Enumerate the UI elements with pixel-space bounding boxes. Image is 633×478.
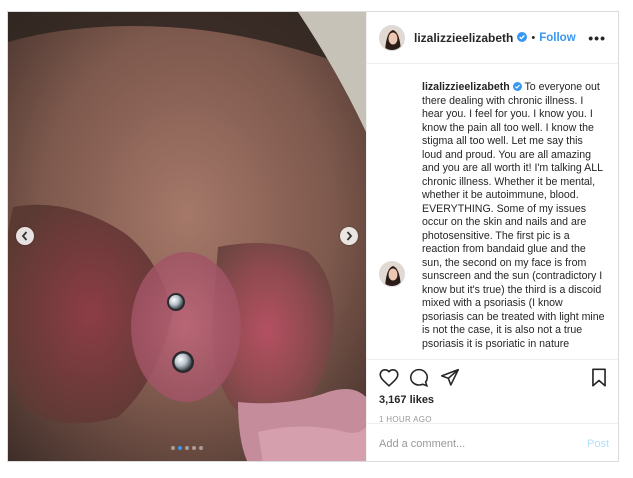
follow-button[interactable]: Follow	[539, 32, 575, 44]
caption-username[interactable]: lizalizzieelizabeth	[422, 81, 510, 93]
avatar[interactable]	[379, 24, 405, 51]
carousel-prev-button[interactable]	[16, 227, 34, 245]
chevron-right-icon	[346, 231, 353, 241]
comments-area[interactable]: lizalizzieelizabeth To everyone out ther…	[367, 65, 618, 359]
carousel-dot	[178, 446, 182, 450]
more-options-icon[interactable]: •••	[588, 30, 606, 46]
comment-icon[interactable]	[409, 368, 429, 392]
heart-icon[interactable]	[379, 368, 399, 392]
carousel-next-button[interactable]	[340, 227, 358, 245]
post-header: lizalizzieelizabeth • Follow •••	[367, 12, 618, 64]
caption-avatar[interactable]	[379, 261, 405, 287]
caption: lizalizzieelizabeth To everyone out ther…	[367, 65, 618, 351]
actions-bar: 3,167 likes 1 HOUR AGO	[367, 359, 618, 431]
username[interactable]: lizalizzieelizabeth	[414, 31, 513, 45]
likes-count[interactable]: 3,167 likes	[379, 394, 434, 406]
share-icon[interactable]	[440, 368, 460, 392]
carousel-dot	[171, 446, 175, 450]
skin-photo	[8, 12, 366, 461]
carousel-dot	[199, 446, 203, 450]
post-comment-button[interactable]: Post	[587, 438, 609, 450]
action-icons	[379, 368, 609, 390]
caption-text: lizalizzieelizabeth To everyone out ther…	[379, 81, 609, 351]
separator: •	[531, 31, 536, 44]
carousel-dot	[185, 446, 189, 450]
bookmark-icon[interactable]	[591, 368, 607, 392]
post-side-panel: lizalizzieelizabeth • Follow ••• lizaliz…	[366, 12, 618, 461]
carousel-indicator	[8, 446, 366, 450]
verified-badge-icon	[517, 29, 528, 47]
caption-verified-badge-icon	[512, 81, 525, 93]
caption-body: To everyone out there dealing with chron…	[422, 81, 605, 350]
chevron-left-icon	[21, 231, 28, 241]
comment-bar: Post	[367, 423, 618, 461]
post-dialog: lizalizzieelizabeth • Follow ••• lizaliz…	[7, 11, 619, 462]
comment-input[interactable]	[379, 437, 587, 450]
carousel-dot	[192, 446, 196, 450]
post-media[interactable]	[8, 12, 366, 461]
